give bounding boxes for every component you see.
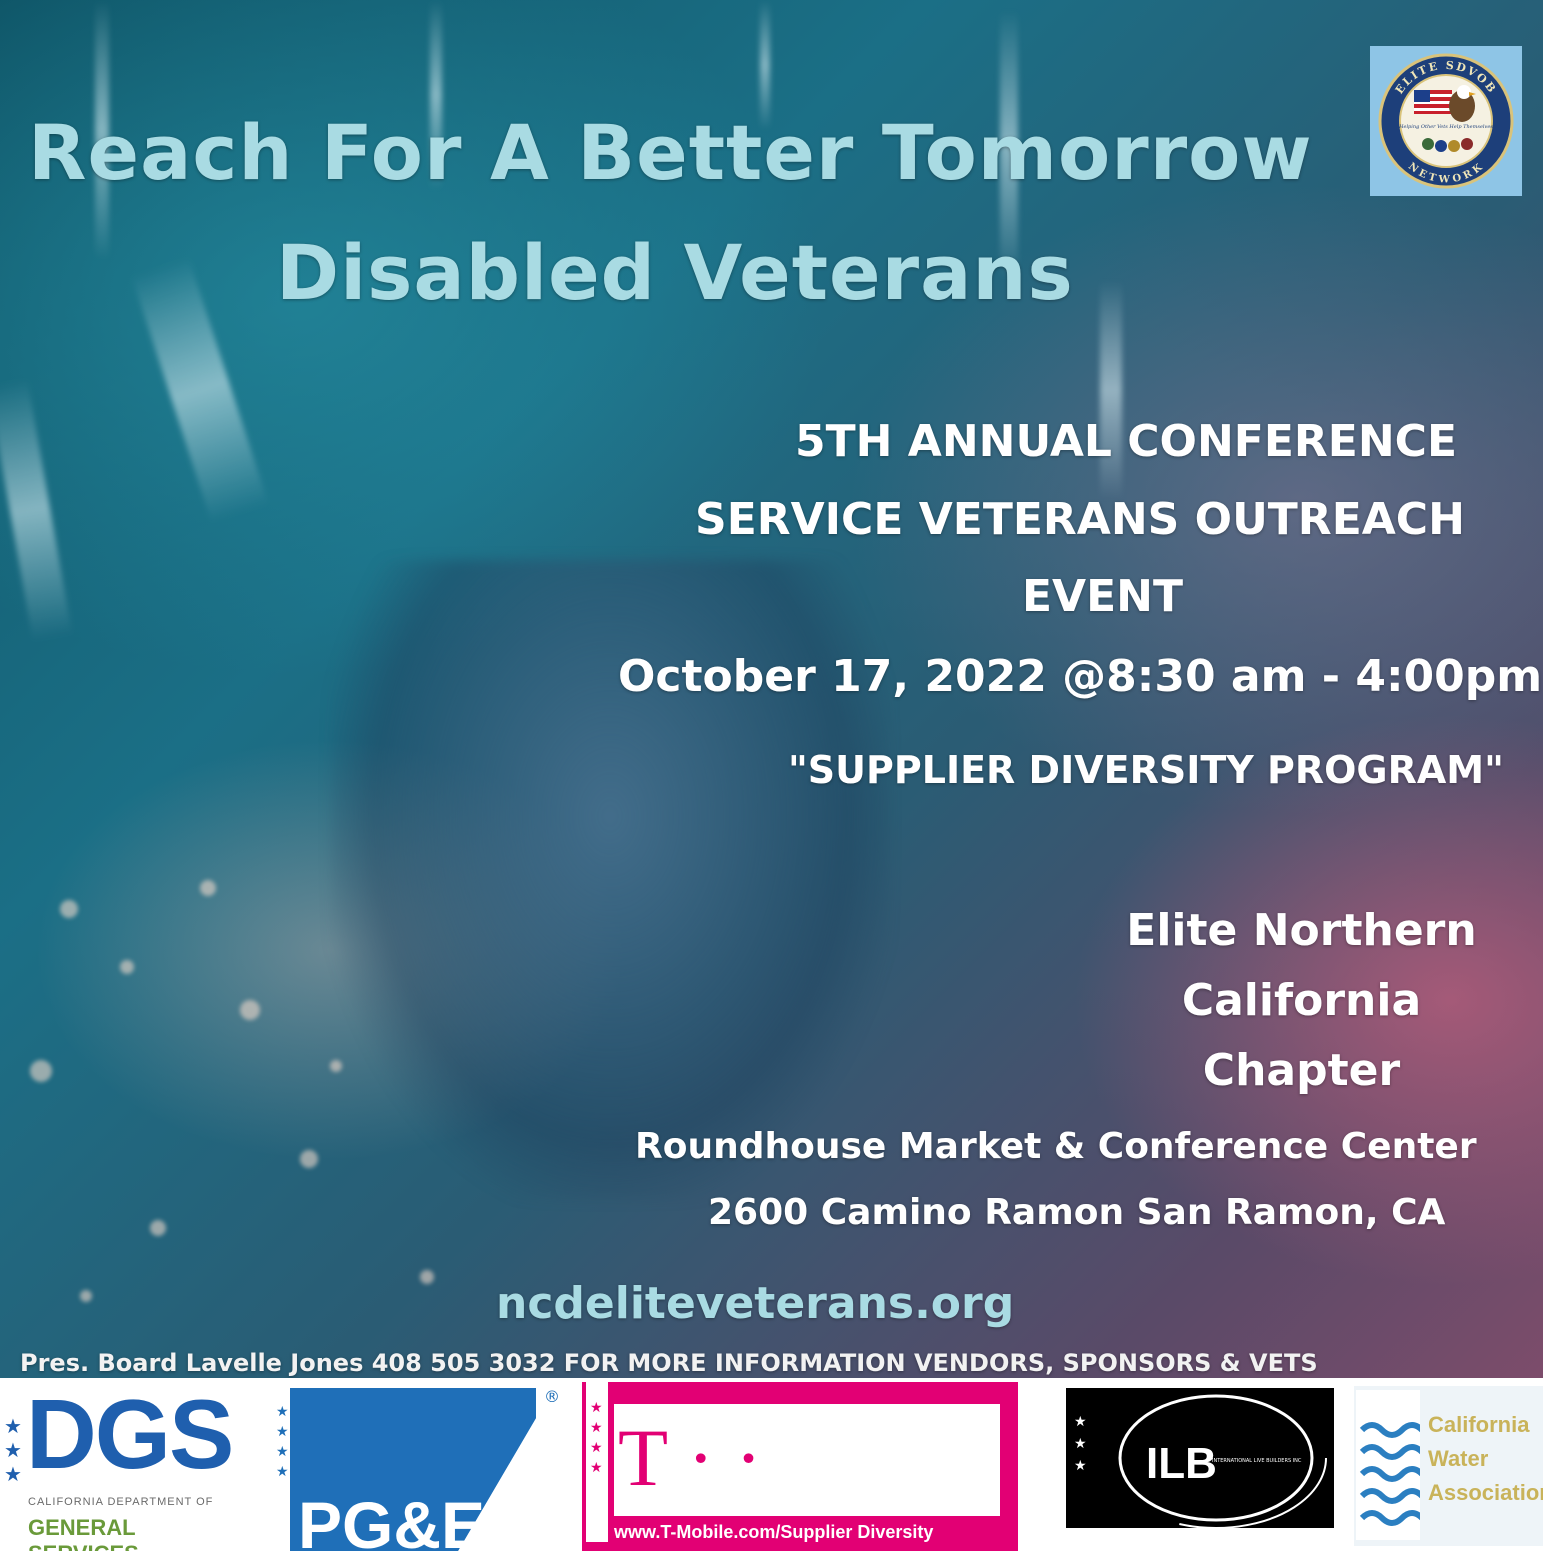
ilb-logo: ★ ★ ★ ILB INTERNATIONAL LIVE BUILDERS IN…: [1066, 1378, 1334, 1551]
sponsor-logo-strip: ★ ★ ★ DGS CALIFORNIA DEPARTMENT OF GENERAL…: [0, 1378, 1543, 1551]
chapter-line-2: California: [1181, 975, 1422, 1026]
contact-info: Pres. Board Lavelle Jones 408 505 3032 F…: [20, 1349, 1318, 1377]
pge-logo: ★ ★ ★ ★ PG&E ®: [268, 1378, 568, 1551]
headline-line-1: Reach For A Better Tomorrow: [28, 108, 1313, 197]
light-streak: [0, 378, 73, 642]
event-datetime: October 17, 2022 @8:30 am - 4:00pm: [618, 651, 1543, 702]
dgs-caption-2: GENERAL SERVICES: [28, 1515, 139, 1551]
svg-text:★: ★: [276, 1424, 289, 1440]
tmobile-url[interactable]: www.T-Mobile.com/Supplier Diversity: [614, 1522, 933, 1543]
ilb-emblem-icon: ★ ★ ★ ILB INTERNATIONAL LIVE BUILDERS IN…: [1066, 1387, 1334, 1529]
pge-emblem-icon: ★ ★ ★ ★ PG&E ®: [272, 1387, 560, 1551]
svg-text:★: ★: [276, 1444, 289, 1460]
event-poster: Reach For A Better Tomorrow Disabled Vet…: [0, 0, 1543, 1551]
bokeh-light: [120, 960, 134, 974]
event-program: "SUPPLIER DIVERSITY PROGRAM": [788, 748, 1504, 792]
water-waves-icon: [1356, 1390, 1420, 1540]
bokeh-light: [240, 1000, 260, 1020]
bokeh-light: [80, 1290, 92, 1302]
light-streak: [131, 257, 269, 523]
stars-icon: ★ ★ ★ ★: [590, 1400, 603, 1476]
svg-text:"Helping Other Vets Help Thems: "Helping Other Vets Help Themselves": [1397, 124, 1495, 130]
event-title-line-2: SERVICE VETERANS OUTREACH: [695, 494, 1465, 545]
svg-text:★: ★: [1074, 1414, 1087, 1430]
bokeh-light: [60, 900, 78, 918]
bokeh-light: [200, 880, 216, 896]
cwa-name-line-3: Association: [1428, 1480, 1543, 1505]
svg-text:★: ★: [1074, 1436, 1087, 1452]
elite-sdvob-network-seal: ELITE SDVOB NETWORK "Helping Other Vets …: [1370, 46, 1522, 196]
bokeh-light: [300, 1150, 318, 1168]
chapter-line-1: Elite Northern: [1126, 905, 1477, 956]
bokeh-light: [30, 1060, 52, 1082]
svg-text:★: ★: [276, 1464, 289, 1480]
headline-line-2: Disabled Veterans: [276, 228, 1074, 317]
stars-icon: ★ ★ ★: [4, 1414, 22, 1486]
bokeh-light: [420, 1270, 434, 1284]
dgs-caption-1: CALIFORNIA DEPARTMENT OF: [28, 1496, 214, 1508]
bokeh-light: [150, 1220, 166, 1236]
svg-text:®: ®: [544, 1387, 560, 1406]
cwa-name-line-1: California: [1428, 1412, 1530, 1437]
svg-text:★: ★: [276, 1404, 289, 1420]
light-streak: [1100, 280, 1122, 500]
venue-name: Roundhouse Market & Conference Center: [635, 1126, 1477, 1167]
svg-text:INTERNATIONAL LIVE BUILDERS IN: INTERNATIONAL LIVE BUILDERS INC: [1212, 1458, 1302, 1464]
venue-address: 2600 Camino Ramon San Ramon, CA: [708, 1192, 1446, 1233]
bokeh-light: [330, 1060, 342, 1072]
svg-text:PG&E: PG&E: [298, 1488, 485, 1551]
tmobile-logo: ★★★★ T · · Mobile· www.T-Mobile.com/Supp…: [582, 1378, 1018, 1551]
chapter-line-3: Chapter: [1202, 1045, 1401, 1096]
dgs-wordmark: DGS: [26, 1379, 234, 1489]
event-title-line-3: EVENT: [1022, 571, 1184, 622]
dgs-logo: ★ ★ ★ DGS CALIFORNIA DEPARTMENT OF GENERAL…: [0, 1378, 250, 1551]
california-water-association-logo: California Water Association: [1354, 1378, 1543, 1551]
cwa-name-line-2: Water: [1428, 1446, 1489, 1471]
seal-emblem-icon: ELITE SDVOB NETWORK "Helping Other Vets …: [1378, 53, 1514, 189]
event-title-line-1: 5TH ANNUAL CONFERENCE: [795, 416, 1457, 467]
website-link[interactable]: ncdeliteveterans.org: [496, 1278, 1014, 1329]
svg-text:ILB: ILB: [1146, 1439, 1217, 1488]
svg-text:★: ★: [1074, 1458, 1087, 1474]
